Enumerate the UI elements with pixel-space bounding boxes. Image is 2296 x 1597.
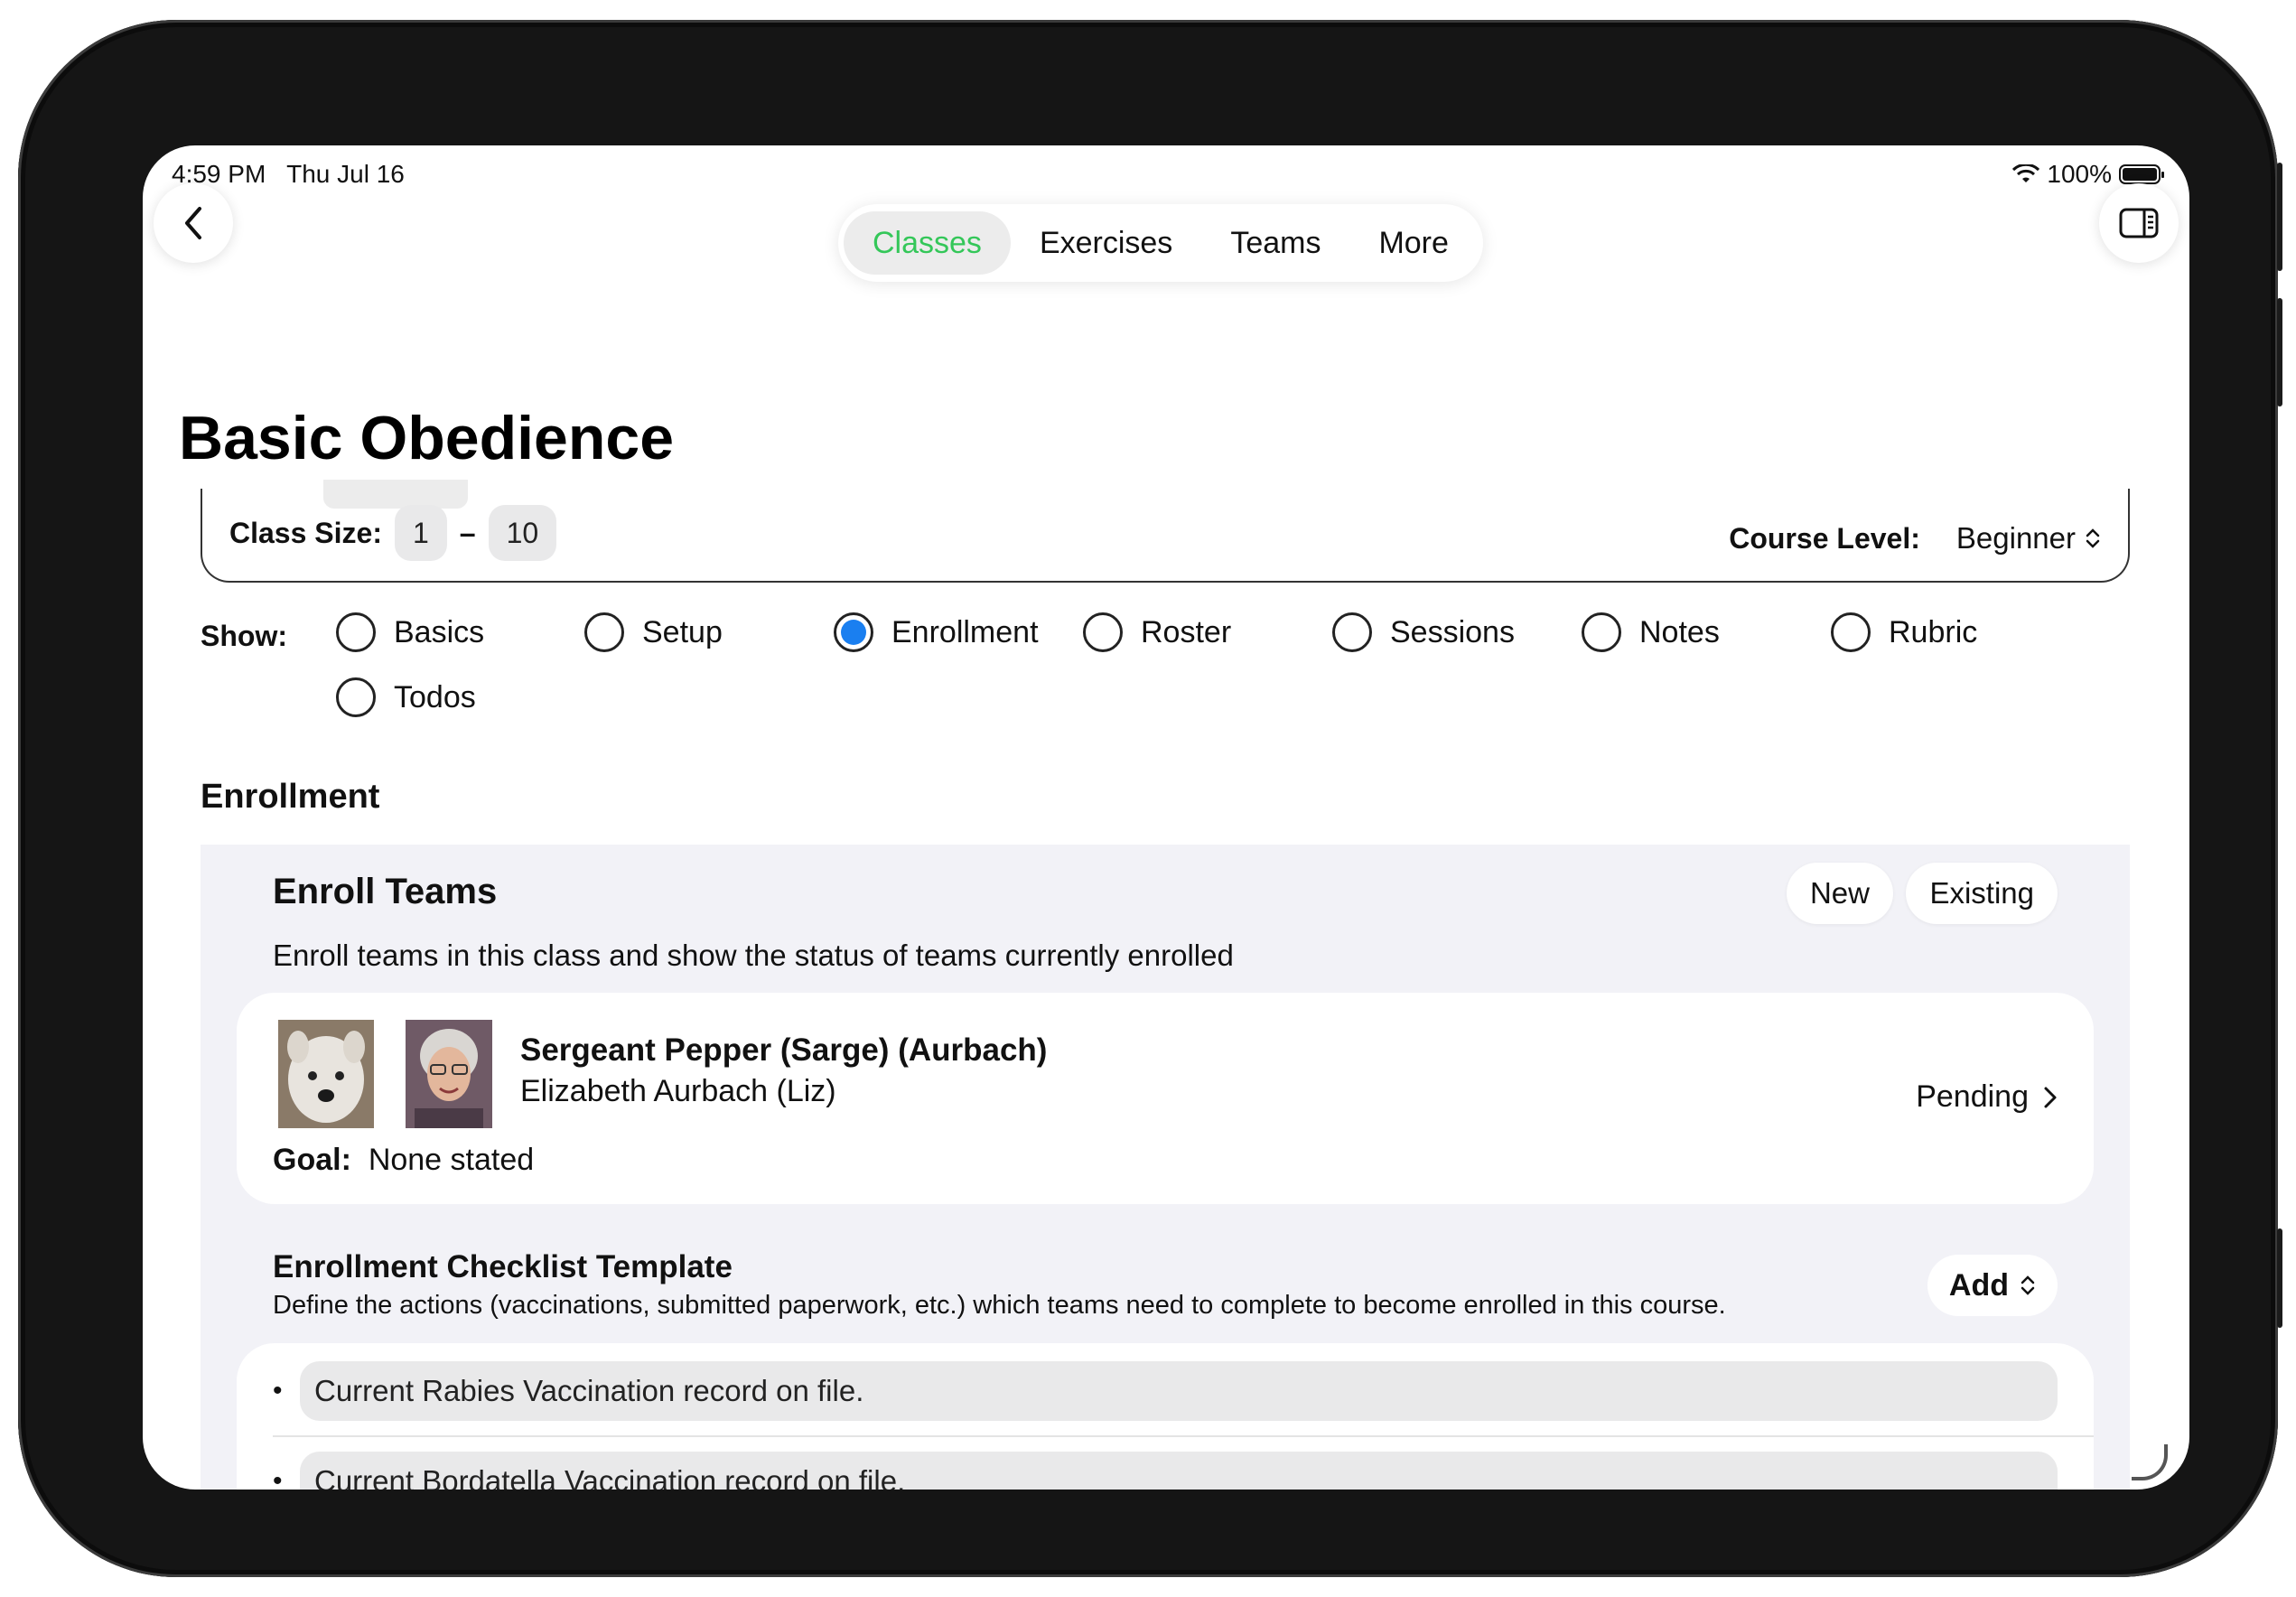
class-size-max-field[interactable]: 10 <box>488 505 557 561</box>
status-time: 4:59 PM Thu Jul 16 <box>172 160 405 189</box>
course-level-value: Beginner <box>1955 521 2076 555</box>
radio-circle <box>1332 612 1372 652</box>
radio-setup[interactable]: Setup <box>584 612 723 652</box>
radio-label: Enrollment <box>891 614 1039 649</box>
radio-label: Sessions <box>1390 614 1515 649</box>
checklist-item: • Current Rabies Vaccination record on f… <box>273 1361 2058 1421</box>
checklist-title: Enrollment Checklist Template <box>273 1249 733 1284</box>
resize-handle[interactable] <box>2132 1444 2168 1480</box>
radio-enrollment[interactable]: Enrollment <box>834 612 1039 652</box>
bullet: • <box>273 1376 283 1406</box>
radio-label: Notes <box>1639 614 1720 649</box>
team-status[interactable]: Pending <box>1916 1079 2058 1115</box>
battery-percent: 100% <box>2047 160 2112 188</box>
radio-label: Basics <box>394 614 485 649</box>
battery-icon <box>2119 164 2164 184</box>
enrollment-panel: Enroll Teams New Existing Enroll teams i… <box>201 845 2130 1490</box>
class-size-separator: – <box>459 516 476 549</box>
radio-circle <box>1831 612 1871 652</box>
course-level-picker[interactable]: Beginner <box>1956 521 2101 556</box>
tab-classes[interactable]: Classes <box>844 211 1011 275</box>
chevron-left-icon <box>185 207 201 239</box>
team-card[interactable]: Sergeant Pepper (Sarge) (Aurbach) Elizab… <box>237 993 2094 1204</box>
goal-label: Goal: <box>273 1143 351 1177</box>
tab-exercises[interactable]: Exercises <box>1011 211 1201 275</box>
class-size-label: Class Size: <box>229 516 382 549</box>
ipad-frame: 4:59 PM Thu Jul 16 100% Classes Exercise… <box>18 20 2278 1577</box>
enrollment-heading: Enrollment <box>201 778 380 816</box>
existing-team-button[interactable]: Existing <box>1906 863 2058 924</box>
tab-teams[interactable]: Teams <box>1201 211 1349 275</box>
goal-value: None stated <box>368 1143 535 1177</box>
tab-more[interactable]: More <box>1349 211 1477 275</box>
radio-circle <box>1083 612 1123 652</box>
radio-label: Roster <box>1141 614 1232 649</box>
enroll-teams-description: Enroll teams in this class and show the … <box>273 939 1234 972</box>
radio-rubric[interactable]: Rubric <box>1831 612 1977 652</box>
new-team-button[interactable]: New <box>1786 863 1893 924</box>
back-button[interactable] <box>154 183 233 263</box>
divider <box>273 1435 2094 1437</box>
class-size-row: Class Size: 1 – 10 <box>229 505 557 561</box>
wifi-icon <box>2012 164 2040 182</box>
chevron-right-icon <box>2044 1087 2057 1107</box>
power-button <box>2277 1228 2282 1328</box>
checklist-item-field[interactable]: Current Bordatella Vaccination record on… <box>300 1452 2058 1490</box>
class-size-min-field[interactable]: 1 <box>394 505 447 561</box>
checklist-card: • Current Rabies Vaccination record on f… <box>237 1343 2094 1490</box>
team-handler-name: Elizabeth Aurbach (Liz) <box>520 1074 836 1108</box>
radio-todos[interactable]: Todos <box>336 677 476 717</box>
radio-circle-selected <box>834 612 873 652</box>
show-label: Show: <box>201 620 287 652</box>
dog-photo <box>278 1020 374 1128</box>
date-text: Thu Jul 16 <box>286 160 405 188</box>
checklist-item-field[interactable]: Current Rabies Vaccination record on fil… <box>300 1361 2058 1421</box>
team-dog-name: Sergeant Pepper (Sarge) (Aurbach) <box>520 1032 1048 1068</box>
team-goal: Goal: None stated <box>273 1143 534 1178</box>
screen: 4:59 PM Thu Jul 16 100% Classes Exercise… <box>143 145 2189 1490</box>
add-checklist-item-button[interactable]: Add <box>1927 1255 2058 1316</box>
checklist-item: • Current Bordatella Vaccination record … <box>273 1452 2058 1490</box>
radio-circle <box>1582 612 1621 652</box>
radio-circle <box>584 612 624 652</box>
radio-basics[interactable]: Basics <box>336 612 484 652</box>
sidebar-icon <box>2119 208 2159 238</box>
volume-button <box>2277 163 2282 271</box>
tab-bar: Classes Exercises Teams More <box>838 204 1483 282</box>
course-level-row: Course Level: Beginner <box>1729 521 2101 556</box>
enroll-teams-title: Enroll Teams <box>273 872 498 911</box>
class-setup-box: Class Size: 1 – 10 Course Level: Beginne… <box>201 489 2130 583</box>
radio-circle <box>336 677 376 717</box>
radio-notes[interactable]: Notes <box>1582 612 1720 652</box>
handler-photo <box>406 1020 492 1128</box>
radio-label: Todos <box>394 679 476 714</box>
checklist-description: Define the actions (vaccinations, submit… <box>273 1291 1726 1320</box>
radio-label: Setup <box>642 614 723 649</box>
radio-circle <box>336 612 376 652</box>
chevron-updown-icon <box>2021 1275 2035 1295</box>
radio-label: Rubric <box>1889 614 1978 649</box>
volume-button <box>2277 298 2282 406</box>
radio-roster[interactable]: Roster <box>1083 612 1231 652</box>
add-label: Add <box>1948 1268 2009 1303</box>
page-title: Basic Obedience <box>179 404 675 472</box>
radio-sessions[interactable]: Sessions <box>1332 612 1515 652</box>
sidebar-toggle-button[interactable] <box>2099 183 2179 263</box>
bullet: • <box>273 1466 283 1490</box>
status-text: Pending <box>1916 1079 2029 1114</box>
chevron-updown-icon <box>2086 528 2100 548</box>
course-level-label: Course Level: <box>1729 521 1920 555</box>
